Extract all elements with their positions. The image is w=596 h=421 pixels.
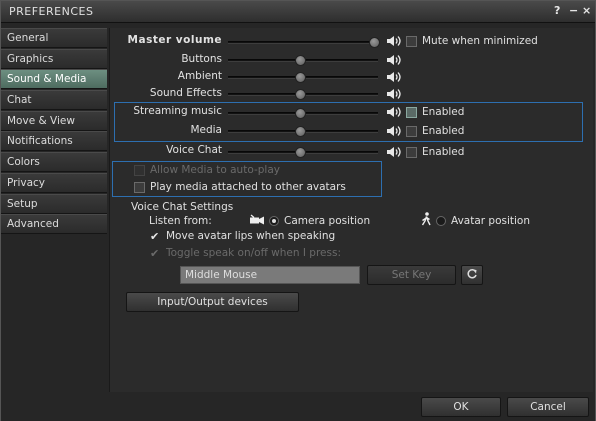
sidebar: General Graphics Sound & Media Chat Move… [1, 28, 107, 235]
voice-chat-enabled-checkbox[interactable] [406, 147, 417, 158]
tab-sound-media[interactable]: Sound & Media [1, 69, 107, 90]
streaming-music-enabled-checkbox[interactable] [406, 107, 417, 118]
voice-chat-enabled-label: Enabled [422, 146, 465, 158]
speaker-icon[interactable] [386, 71, 402, 83]
tab-chat[interactable]: Chat [1, 90, 107, 111]
refresh-icon [467, 269, 477, 279]
sound-media-panel: Master volume Mute when minimized Button… [109, 28, 593, 392]
master-volume-label: Master volume [127, 34, 222, 46]
window-title: PREFERENCES [9, 5, 94, 18]
slider-thumb[interactable] [295, 55, 306, 66]
input-output-devices-button[interactable]: Input/Output devices [126, 292, 299, 312]
speaker-icon[interactable] [386, 125, 402, 137]
close-icon[interactable]: × [582, 4, 591, 17]
media-volume-label: Media [190, 124, 222, 136]
toggle-speak-label: Toggle speak on/off when I press: [166, 247, 341, 259]
master-volume-slider[interactable] [228, 37, 380, 48]
sound-effects-volume-slider[interactable] [228, 89, 378, 100]
preferences-window: PREFERENCES ? − × General Graphics Sound… [0, 0, 596, 421]
speaker-icon[interactable] [386, 88, 402, 100]
move-lips-checkmark[interactable]: ✔ [150, 231, 159, 242]
avatar-icon [421, 212, 431, 226]
camera-position-radio[interactable] [269, 216, 279, 226]
avatar-position-label: Avatar position [451, 215, 531, 227]
ambient-volume-slider[interactable] [228, 72, 378, 83]
ok-button[interactable]: OK [421, 397, 501, 417]
speaker-icon[interactable] [386, 106, 402, 118]
tab-setup[interactable]: Setup [1, 193, 107, 214]
play-attached-media-label: Play media attached to other avatars [150, 181, 346, 193]
reset-key-button[interactable] [461, 265, 483, 285]
mute-when-minimized-label: Mute when minimized [422, 35, 538, 47]
listen-from-label: Listen from: [149, 215, 212, 227]
play-attached-media-checkbox[interactable] [134, 182, 145, 193]
speak-key-field[interactable]: Middle Mouse [180, 266, 360, 284]
tab-privacy[interactable]: Privacy [1, 172, 107, 193]
tab-general[interactable]: General [1, 28, 107, 48]
avatar-position-radio[interactable] [436, 216, 446, 226]
camera-icon [250, 214, 264, 225]
speaker-icon[interactable] [386, 35, 402, 47]
voice-chat-volume-slider[interactable] [228, 147, 378, 158]
footer: OK Cancel [1, 392, 595, 421]
voice-chat-volume-label: Voice Chat [166, 144, 222, 156]
camera-position-label: Camera position [284, 215, 371, 227]
voice-settings-heading: Voice Chat Settings [131, 201, 234, 213]
buttons-volume-label: Buttons [181, 53, 222, 65]
tab-move-view[interactable]: Move & View [1, 110, 107, 131]
tab-colors[interactable]: Colors [1, 152, 107, 173]
slider-thumb[interactable] [295, 72, 306, 83]
ambient-volume-label: Ambient [177, 70, 222, 82]
title-bar[interactable]: PREFERENCES ? − × [1, 1, 595, 23]
streaming-music-enabled-label: Enabled [422, 106, 465, 118]
auto-play-label: Allow Media to auto-play [150, 164, 280, 176]
streaming-music-label: Streaming music [133, 105, 222, 117]
media-volume-slider[interactable] [228, 126, 378, 137]
set-key-button[interactable]: Set Key [367, 265, 456, 285]
toggle-speak-checkmark[interactable]: ✔ [150, 248, 159, 259]
cancel-button[interactable]: Cancel [507, 397, 589, 417]
streaming-music-slider[interactable] [228, 108, 378, 119]
minimize-icon[interactable]: − [569, 4, 578, 17]
media-enabled-checkbox[interactable] [406, 126, 417, 137]
buttons-volume-slider[interactable] [228, 55, 378, 66]
slider-thumb[interactable] [295, 108, 306, 119]
media-enabled-label: Enabled [422, 125, 465, 137]
tab-graphics[interactable]: Graphics [1, 48, 107, 69]
tab-advanced[interactable]: Advanced [1, 214, 107, 235]
slider-thumb[interactable] [295, 126, 306, 137]
slider-thumb[interactable] [369, 37, 380, 48]
help-icon[interactable]: ? [554, 4, 560, 17]
speaker-icon[interactable] [386, 54, 402, 66]
move-lips-label: Move avatar lips when speaking [166, 230, 336, 242]
slider-thumb[interactable] [295, 147, 306, 158]
sound-effects-volume-label: Sound Effects [149, 87, 222, 99]
speaker-icon[interactable] [386, 146, 402, 158]
tab-notifications[interactable]: Notifications [1, 131, 107, 152]
mute-when-minimized-checkbox[interactable] [406, 36, 417, 47]
slider-thumb[interactable] [295, 89, 306, 100]
auto-play-checkbox[interactable] [134, 165, 145, 176]
